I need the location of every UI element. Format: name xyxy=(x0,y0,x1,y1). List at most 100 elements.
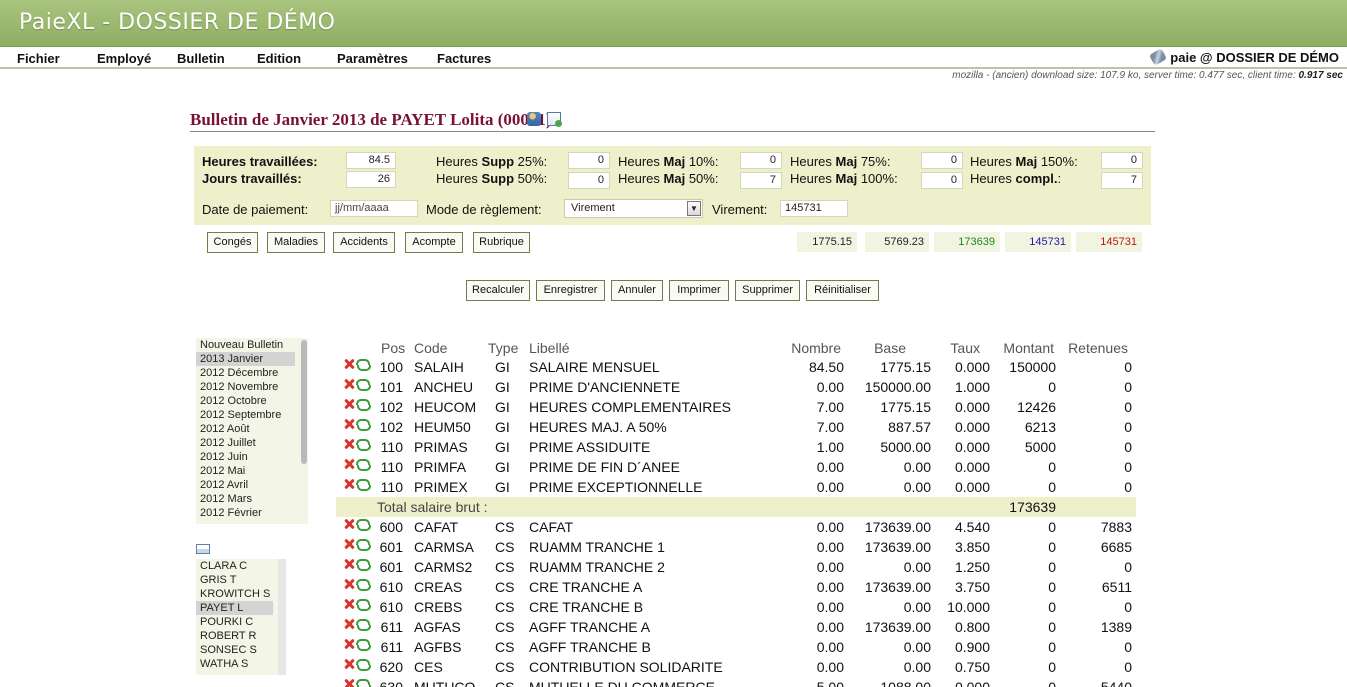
supp25-input[interactable]: 0 xyxy=(568,152,610,169)
history-scrollbar[interactable] xyxy=(301,340,307,464)
delete-icon[interactable] xyxy=(344,579,354,589)
jours-travailles-input[interactable]: 26 xyxy=(346,171,396,188)
history-item[interactable]: 2012 Mai xyxy=(196,464,308,478)
imprimer-button[interactable]: Imprimer xyxy=(669,280,729,301)
history-item[interactable]: 2012 Décembre xyxy=(196,366,308,380)
history-item[interactable]: 2012 Avril xyxy=(196,478,308,492)
history-item[interactable]: 2012 Novembre xyxy=(196,380,308,394)
cell-pos: 100 xyxy=(379,359,403,375)
menu-parametres[interactable]: Paramètres xyxy=(337,51,408,66)
refresh-icon[interactable] xyxy=(356,679,371,687)
maj100-input[interactable]: 0 xyxy=(921,172,963,189)
refresh-icon[interactable] xyxy=(356,399,371,411)
employee-item[interactable]: CLARA C xyxy=(196,559,286,573)
employee-list[interactable]: CLARA C GRIS T KROWITCH S PAYET L POURKI C RO… xyxy=(196,559,286,675)
delete-icon[interactable] xyxy=(344,559,354,569)
delete-icon[interactable] xyxy=(344,619,354,629)
maj10-input[interactable]: 0 xyxy=(740,152,782,169)
delete-icon[interactable] xyxy=(344,539,354,549)
cell-code: MUTUCO xyxy=(414,679,476,687)
annuler-button[interactable]: Annuler xyxy=(611,280,663,301)
supp50-input[interactable]: 0 xyxy=(568,172,610,189)
date-paiement-input[interactable]: jj/mm/aaaa xyxy=(330,200,418,217)
employee-item[interactable]: ROBERT R xyxy=(196,629,286,643)
rubrique-button[interactable]: Rubrique xyxy=(473,232,530,253)
virement-input[interactable]: 145731 xyxy=(780,200,848,217)
mode-reglement-select[interactable]: Virement ▼ xyxy=(564,199,703,218)
refresh-icon[interactable] xyxy=(356,439,371,451)
delete-icon[interactable] xyxy=(344,359,354,369)
history-item[interactable]: 2012 Octobre xyxy=(196,394,308,408)
refresh-icon[interactable] xyxy=(356,479,371,491)
refresh-icon[interactable] xyxy=(356,619,371,631)
refresh-icon[interactable] xyxy=(356,459,371,471)
heures-travaillees-input[interactable]: 84.5 xyxy=(346,152,396,169)
delete-icon[interactable] xyxy=(344,639,354,649)
refresh-icon[interactable] xyxy=(356,519,371,531)
delete-icon[interactable] xyxy=(344,659,354,669)
maladies-button[interactable]: Maladies xyxy=(267,232,325,253)
history-item[interactable]: Nouveau Bulletin xyxy=(196,338,308,352)
history-item[interactable]: 2013 Janvier xyxy=(196,352,295,366)
delete-icon[interactable] xyxy=(344,599,354,609)
menu-fichier[interactable]: Fichier xyxy=(17,51,60,66)
cell-retenues: 0 xyxy=(1124,599,1132,615)
maj150-input[interactable]: 0 xyxy=(1101,152,1143,169)
history-item[interactable]: 2012 Mars xyxy=(196,492,308,506)
employee-card-icon[interactable] xyxy=(527,111,541,126)
refresh-icon[interactable] xyxy=(356,639,371,651)
accidents-button[interactable]: Accidents xyxy=(333,232,395,253)
refresh-icon[interactable] xyxy=(356,419,371,431)
employee-item[interactable]: KROWITCH S xyxy=(196,587,286,601)
employee-item[interactable]: GRIS T xyxy=(196,573,286,587)
cell-retenues: 0 xyxy=(1124,639,1132,655)
refresh-icon[interactable] xyxy=(356,539,371,551)
employee-scrollbar[interactable] xyxy=(278,559,286,675)
refresh-icon[interactable] xyxy=(356,599,371,611)
delete-icon[interactable] xyxy=(344,459,354,469)
menu-edition[interactable]: Edition xyxy=(257,51,301,66)
delete-icon[interactable] xyxy=(344,379,354,389)
employee-item[interactable]: POURKI C xyxy=(196,615,286,629)
refresh-icon[interactable] xyxy=(356,359,371,371)
cell-libelle: HEURES MAJ. A 50% xyxy=(529,419,667,435)
maj75-input[interactable]: 0 xyxy=(921,152,963,169)
employee-item[interactable]: PAYET L xyxy=(196,601,273,615)
delete-icon[interactable] xyxy=(344,419,354,429)
recalculer-button[interactable]: Recalculer xyxy=(466,280,530,301)
maj50-input[interactable]: 7 xyxy=(740,172,782,189)
conges-button[interactable]: Congés xyxy=(207,232,258,253)
delete-icon[interactable] xyxy=(344,479,354,489)
employee-item[interactable]: SONSEC S xyxy=(196,643,286,657)
col-taux: Taux xyxy=(950,340,980,356)
menu-factures[interactable]: Factures xyxy=(437,51,491,66)
employee-list-icon[interactable] xyxy=(196,544,210,554)
table-row: 630 MUTUCO CS MUTUELLE DU COMMERCE 5.00 1088.… xyxy=(336,677,1136,687)
cell-type: GI xyxy=(495,439,510,455)
menu-employe[interactable]: Employé xyxy=(97,51,151,66)
reinitialiser-button[interactable]: Réinitialiser xyxy=(806,280,879,301)
cell-base: 5000.00 xyxy=(880,439,931,455)
bulletin-history-list[interactable]: Nouveau Bulletin 2013 Janvier 2012 Décembr… xyxy=(196,338,308,524)
refresh-icon[interactable] xyxy=(356,559,371,571)
enregistrer-button[interactable]: Enregistrer xyxy=(536,280,605,301)
refresh-icon[interactable] xyxy=(356,659,371,671)
menu-bulletin[interactable]: Bulletin xyxy=(177,51,225,66)
form-add-icon[interactable] xyxy=(547,111,563,127)
history-item[interactable]: 2012 Septembre xyxy=(196,408,308,422)
delete-icon[interactable] xyxy=(344,679,354,687)
compl-input[interactable]: 7 xyxy=(1101,172,1143,189)
supprimer-button[interactable]: Supprimer xyxy=(735,280,800,301)
delete-icon[interactable] xyxy=(344,519,354,529)
user-info[interactable]: paie @ DOSSIER DE DÉMO xyxy=(1149,48,1339,66)
employee-item[interactable]: WATHA S xyxy=(196,657,286,671)
history-item[interactable]: 2012 Juin xyxy=(196,450,308,464)
delete-icon[interactable] xyxy=(344,399,354,409)
history-item[interactable]: 2012 Juillet xyxy=(196,436,308,450)
delete-icon[interactable] xyxy=(344,439,354,449)
refresh-icon[interactable] xyxy=(356,579,371,591)
history-item[interactable]: 2012 Août xyxy=(196,422,308,436)
refresh-icon[interactable] xyxy=(356,379,371,391)
acompte-button[interactable]: Acompte xyxy=(405,232,463,253)
history-item[interactable]: 2012 Février xyxy=(196,506,308,520)
